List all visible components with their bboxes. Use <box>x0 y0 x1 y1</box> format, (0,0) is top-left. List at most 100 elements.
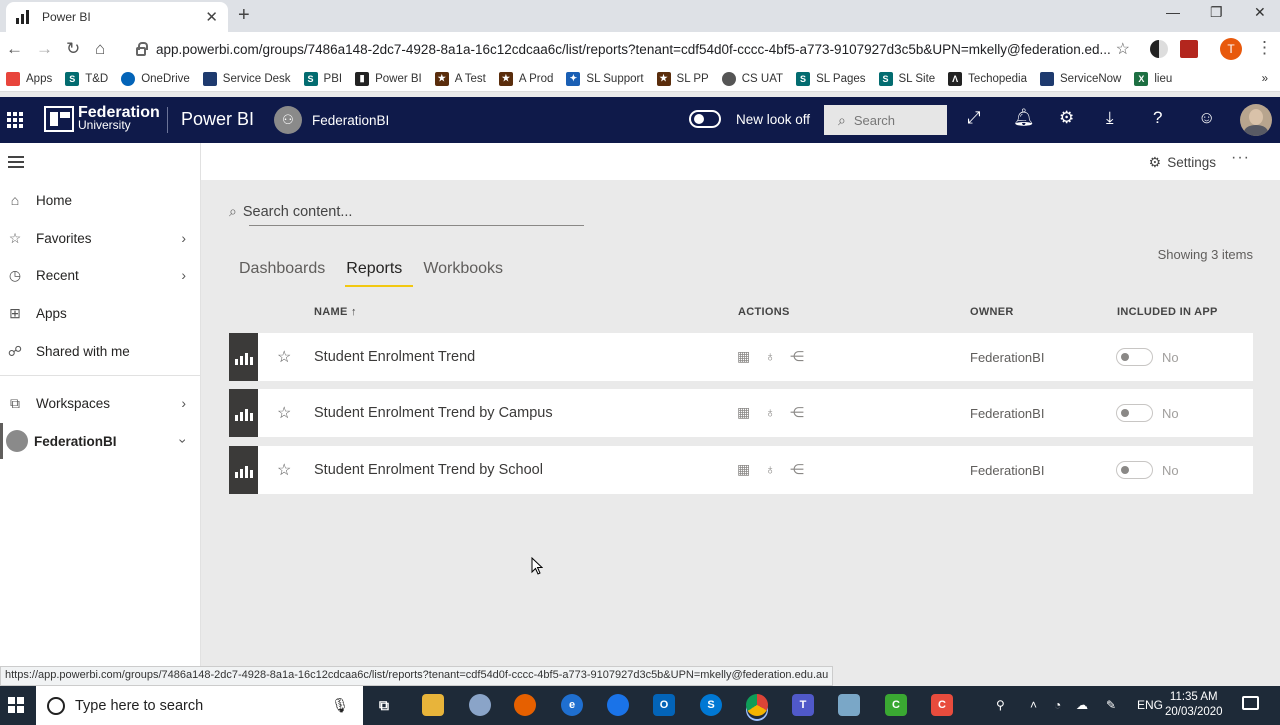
bookmark-item[interactable]: S PBI <box>303 71 342 86</box>
camtasia-green-icon[interactable]: C <box>885 694 907 716</box>
quick-insights-lightbulb-icon[interactable]: ♁ <box>765 348 776 364</box>
report-name[interactable]: Student Enrolment Trend by Campus <box>314 405 553 421</box>
bookmark-item[interactable]: Service Desk <box>202 71 291 86</box>
app-launcher-icon[interactable] <box>7 112 23 128</box>
app-icon[interactable] <box>838 694 860 716</box>
share-icon[interactable]: ⋲ <box>790 461 804 478</box>
chevron-right-icon[interactable]: › <box>181 230 186 246</box>
people-icon[interactable]: ⚲ <box>996 698 1005 712</box>
microphone-icon[interactable]: 🎙︎ <box>331 697 349 714</box>
url-field[interactable]: app.powerbi.com/groups/7486a148-2dc7-492… <box>128 35 1138 63</box>
firefox-icon[interactable] <box>514 694 536 716</box>
close-tab-icon[interactable]: ✕ <box>205 8 218 26</box>
language-indicator[interactable]: ENG <box>1137 698 1163 712</box>
bookmarks-overflow-icon[interactable]: » <box>1262 73 1268 85</box>
system-clock[interactable]: 11:35 AM 20/03/2020 <box>1165 690 1223 720</box>
nav-item-home[interactable]: ⌂ Home <box>0 182 200 218</box>
bookmark-item[interactable]: ★ A Test <box>434 71 486 86</box>
reload-icon[interactable]: ↻ <box>66 39 80 59</box>
settings-button[interactable]: ⚙ Settings <box>1149 154 1216 171</box>
bookmark-item[interactable]: Apps <box>6 71 52 86</box>
feedback-smiley-icon[interactable]: ☺ <box>1198 108 1215 128</box>
new-tab-icon[interactable]: + <box>238 4 250 27</box>
teams-icon[interactable]: T <box>792 694 814 716</box>
favorite-star-icon[interactable]: ☆ <box>277 347 291 367</box>
edge-icon[interactable]: e <box>561 694 583 716</box>
table-row[interactable]: ☆ Student Enrolment Trend by Campus ▦ ♁ … <box>229 389 1253 437</box>
bookmark-item[interactable]: OneDrive <box>121 71 190 86</box>
share-icon[interactable]: ⋲ <box>790 404 804 421</box>
workspace-avatar-icon[interactable]: ⚇ <box>274 106 302 134</box>
forward-icon[interactable]: → <box>36 39 53 59</box>
onedrive-tray-icon[interactable]: ☁ <box>1076 698 1088 712</box>
pen-icon[interactable]: ✎ <box>1106 698 1116 712</box>
profile-avatar[interactable]: T <box>1220 38 1242 60</box>
column-header-owner[interactable]: OWNER <box>970 306 1014 318</box>
home-browser-icon[interactable]: ⌂ <box>95 39 105 59</box>
hamburger-menu-icon[interactable] <box>8 156 24 171</box>
nav-item-recent[interactable]: ◷ Recent › <box>0 257 200 293</box>
column-header-included[interactable]: INCLUDED IN APP <box>1117 306 1218 318</box>
file-explorer-icon[interactable] <box>422 694 444 716</box>
chevron-down-icon[interactable]: › <box>176 439 192 444</box>
bookmark-item[interactable]: Xlieu <box>1134 71 1172 86</box>
report-name[interactable]: Student Enrolment Trend <box>314 349 475 365</box>
bookmark-item[interactable]: Λ Techopedia <box>948 71 1027 86</box>
task-view-icon[interactable]: ⧉ <box>373 694 395 716</box>
settings-gear-icon[interactable]: ⚙ <box>1059 108 1074 128</box>
windows-start-icon[interactable] <box>8 697 24 713</box>
skype-icon[interactable]: S <box>700 694 722 716</box>
bookmark-item[interactable]: ★ A Prod <box>498 71 553 86</box>
new-look-toggle[interactable] <box>689 110 721 128</box>
tray-chevron-up-icon[interactable]: ˄ <box>1030 698 1037 712</box>
extension-dark-icon[interactable] <box>1150 40 1168 58</box>
bookmark-item[interactable]: ServiceNow <box>1040 71 1121 86</box>
fullscreen-icon[interactable]: ⤢ <box>967 108 981 128</box>
chevron-right-icon[interactable]: › <box>181 395 186 411</box>
included-in-app-toggle[interactable] <box>1116 404 1153 422</box>
tab-workbooks[interactable]: Workbooks <box>422 258 504 287</box>
column-header-name[interactable]: NAME ↑ <box>314 306 357 318</box>
nav-item-favorites[interactable]: ☆ Favorites › <box>0 220 200 256</box>
minimize-icon[interactable]: — <box>1166 4 1180 20</box>
included-in-app-toggle[interactable] <box>1116 461 1153 479</box>
bookmark-item[interactable]: S SL Pages <box>796 71 866 86</box>
action-center-icon[interactable] <box>1242 696 1259 710</box>
tab-reports[interactable]: Reports <box>345 258 414 287</box>
federation-logo[interactable]: Federation University <box>44 105 160 132</box>
restore-icon[interactable]: ❐ <box>1210 4 1223 21</box>
chrome-icon[interactable] <box>746 694 768 716</box>
snipping-tool-icon[interactable] <box>469 694 491 716</box>
bookmark-item[interactable]: ★ SL PP <box>656 71 709 86</box>
pdf-extension-icon[interactable] <box>1180 40 1198 58</box>
chevron-right-icon[interactable]: › <box>181 267 186 283</box>
bookmark-item[interactable]: ✦ SL Support <box>566 71 644 86</box>
browser-menu-icon[interactable]: ⋮ <box>1256 38 1273 58</box>
nav-item-federationbi[interactable]: FederationBI › <box>0 423 200 459</box>
notifications-icon[interactable]: 🔔︎ <box>1013 108 1035 128</box>
content-search-input[interactable]: ⌕ Search content... <box>229 198 584 226</box>
report-name[interactable]: Student Enrolment Trend by School <box>314 462 543 478</box>
product-title[interactable]: Power BI <box>181 109 254 130</box>
back-icon[interactable]: ← <box>6 39 23 59</box>
header-search-input[interactable]: ⌕ Search <box>824 105 947 135</box>
download-icon[interactable]: ⤓ <box>1106 108 1114 128</box>
browser-tab[interactable]: Power BI ✕ <box>6 2 228 32</box>
table-row[interactable]: ☆ Student Enrolment Trend ▦ ♁ ⋲ Federati… <box>229 333 1253 381</box>
nav-item-workspaces[interactable]: ⧉ Workspaces › <box>0 385 200 421</box>
outlook-icon[interactable]: O <box>653 694 675 716</box>
camtasia-red-icon[interactable]: C <box>931 694 953 716</box>
table-row[interactable]: ☆ Student Enrolment Trend by School ▦ ♁ … <box>229 446 1253 494</box>
quick-insights-lightbulb-icon[interactable]: ♁ <box>765 404 776 420</box>
share-icon[interactable]: ⋲ <box>790 348 804 365</box>
taskbar-search-input[interactable]: Type here to search 🎙︎ <box>36 686 363 725</box>
user-avatar[interactable] <box>1240 104 1272 136</box>
bookmark-star-icon[interactable]: ☆ <box>1116 39 1130 59</box>
nav-item-shared[interactable]: ☍ Shared with me <box>0 333 200 369</box>
tab-dashboards[interactable]: Dashboards <box>238 258 326 287</box>
analyze-in-excel-icon[interactable]: ▦ <box>737 461 750 478</box>
analyze-in-excel-icon[interactable]: ▦ <box>737 348 750 365</box>
nav-item-apps[interactable]: ⊞ Apps <box>0 295 200 331</box>
network-icon[interactable]: ◔ <box>1054 698 1061 712</box>
bookmark-item[interactable]: CS UAT <box>721 71 783 86</box>
